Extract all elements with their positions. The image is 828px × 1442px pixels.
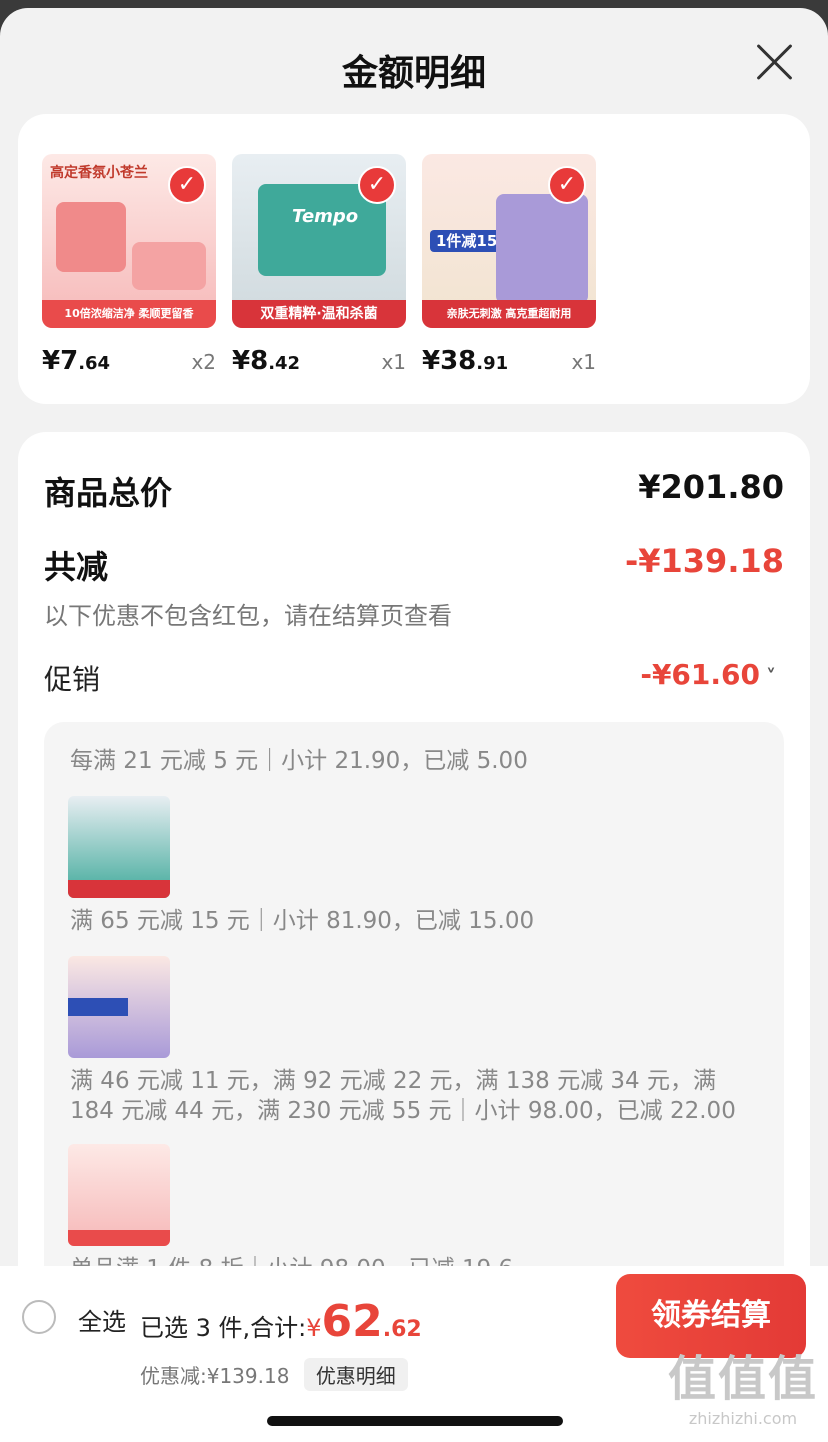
total-amount-int: 62	[321, 1296, 383, 1347]
promo-product-thumbnail[interactable]	[68, 796, 170, 898]
product-price-row: ¥7.64 x2	[42, 346, 216, 378]
product-thumbnail[interactable]: 高定香氛小苍兰 ✓ 10倍浓缩洁净 柔顺更留香	[42, 154, 216, 328]
checked-icon: ✓	[168, 166, 206, 204]
product-thumbnail[interactable]: Tempo ✓ 双重精粹·温和杀菌	[232, 154, 406, 328]
promo-product-thumbnail[interactable]	[68, 956, 170, 1058]
product-headline: Tempo	[292, 206, 359, 227]
close-icon[interactable]	[754, 42, 794, 82]
watermark-url: zhizhizhi.com	[688, 1409, 798, 1428]
checked-icon: ✓	[548, 166, 586, 204]
discount-line: 优惠减:¥139.18 优惠明细	[140, 1358, 408, 1391]
product-item[interactable]: 1件减15 ✓ 亲肤无刺激 高克重超耐用 ¥38.91 x1	[422, 154, 596, 378]
product-qty: x1	[381, 350, 406, 374]
product-pack	[496, 194, 588, 304]
product-price-row: ¥38.91 x1	[422, 346, 596, 378]
product-pack	[132, 242, 206, 290]
home-indicator	[267, 1416, 563, 1426]
thumb-tag-strip	[68, 998, 128, 1016]
product-item[interactable]: Tempo ✓ 双重精粹·温和杀菌 ¥8.42 x1	[232, 154, 406, 378]
total-price-value: ¥201.80	[638, 468, 784, 506]
total-amount-dec: .62	[382, 1317, 422, 1342]
select-all-label[interactable]: 全选	[78, 1302, 126, 1337]
products-card: 高定香氛小苍兰 ✓ 10倍浓缩洁净 柔顺更留香 ¥7.64 x2 Tempo ✓…	[18, 114, 810, 404]
product-price: ¥8.42	[232, 346, 301, 376]
product-price: ¥38.91	[422, 346, 509, 376]
thumb-tag-strip	[68, 1230, 170, 1246]
promo-rule-line: 满 46 元减 11 元，满 92 元减 22 元，满 138 元减 34 元，…	[70, 1068, 736, 1124]
product-headline: 1件减15	[430, 230, 504, 252]
promo-row[interactable]: 促销 -¥61.60 ˅	[44, 658, 784, 698]
product-thumbnail[interactable]: 1件减15 ✓ 亲肤无刺激 高克重超耐用	[422, 154, 596, 328]
thumb-tag-strip	[68, 880, 170, 898]
chevron-down-icon: ˅	[766, 665, 776, 689]
product-qty: x1	[571, 350, 596, 374]
sheet-title: 金额明细	[341, 53, 486, 94]
product-headline: 高定香氛小苍兰	[50, 165, 148, 181]
promo-rule-line: 满 65 元减 15 元｜小计 81.90，已减 15.00	[70, 908, 535, 934]
discount-detail-button[interactable]: 优惠明细	[303, 1358, 408, 1391]
total-price-label: 商品总价	[44, 474, 173, 512]
product-pack	[56, 202, 126, 272]
selected-prefix: 已选 3 件,合计:	[140, 1314, 307, 1342]
promo-rule-line: 每满 21 元减 5 元｜小计 21.90，已减 5.00	[70, 748, 528, 774]
product-tag: 亲肤无刺激 高克重超耐用	[422, 300, 596, 328]
amount-detail-sheet: 金额明细 高定香氛小苍兰 ✓ 10倍浓缩洁净 柔顺更留香 ¥7.64 x2 Te…	[0, 8, 828, 1442]
reduce-value: -¥139.18	[624, 542, 784, 580]
product-item[interactable]: 高定香氛小苍兰 ✓ 10倍浓缩洁净 柔顺更留香 ¥7.64 x2	[42, 154, 216, 378]
reduce-label: 共减	[44, 548, 109, 586]
product-tag: 10倍浓缩洁净 柔顺更留香	[42, 300, 216, 328]
total-price-row: 商品总价 ¥201.80	[44, 468, 784, 514]
product-price-row: ¥8.42 x1	[232, 346, 406, 378]
product-qty: x2	[191, 350, 216, 374]
selected-summary: 已选 3 件,合计:¥62.62	[140, 1296, 422, 1347]
watermark-logo: 值值值	[667, 1351, 818, 1407]
product-price: ¥7.64	[42, 346, 111, 376]
watermark: 值值值 zhizhizhi.com	[668, 1339, 818, 1428]
discount-note: 以下优惠不包含红包，请在结算页查看	[44, 602, 452, 630]
checkout-bar: 全选 已选 3 件,合计:¥62.62 优惠减:¥139.18 优惠明细 领券结…	[0, 1266, 828, 1442]
product-tag: 双重精粹·温和杀菌	[232, 300, 406, 328]
total-currency: ¥	[306, 1314, 322, 1342]
promo-label: 促销	[44, 663, 101, 696]
promo-value[interactable]: -¥61.60 ˅	[640, 658, 776, 691]
discount-amount: 优惠减:¥139.18	[140, 1364, 290, 1388]
select-all-radio[interactable]	[22, 1300, 56, 1334]
reduce-row: 共减 -¥139.18	[44, 542, 784, 588]
promo-product-thumbnail[interactable]	[68, 1144, 170, 1246]
checked-icon: ✓	[358, 166, 396, 204]
